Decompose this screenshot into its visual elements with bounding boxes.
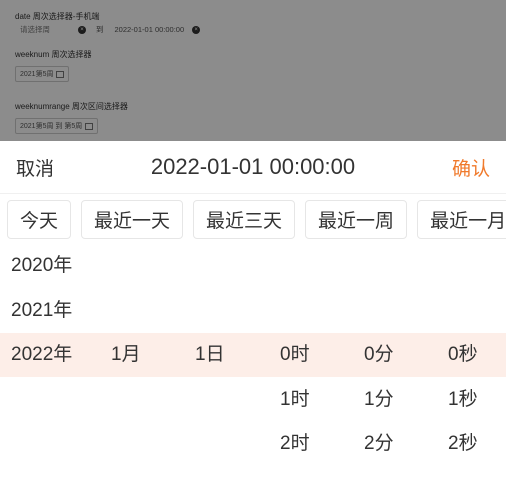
hour-option[interactable]: 1时 <box>280 378 310 423</box>
picker-columns: 2020年 2021年 2022年 1月 1日 0时 1时 2时 0分 1分 2 <box>0 244 506 489</box>
hour-option-selected[interactable]: 0时 <box>280 333 310 378</box>
second-column[interactable]: 0秒 1秒 2秒 <box>448 244 478 467</box>
quick-range-bar: 今天 最近一天 最近三天 最近一周 最近一月 <box>0 194 506 244</box>
year-option[interactable]: 2021年 <box>11 289 72 334</box>
minute-option-selected[interactable]: 0分 <box>364 333 394 378</box>
year-option[interactable]: 2020年 <box>11 244 72 289</box>
quick-last-three-days-button[interactable]: 最近三天 <box>193 199 296 239</box>
day-option-selected[interactable]: 1日 <box>195 333 225 378</box>
second-option-selected[interactable]: 0秒 <box>448 333 478 378</box>
cancel-button[interactable]: 取消 <box>16 154 54 181</box>
second-option[interactable]: 1秒 <box>448 378 478 423</box>
minute-column[interactable]: 0分 1分 2分 <box>364 244 394 467</box>
quick-last-week-button[interactable]: 最近一周 <box>305 199 408 239</box>
picker-header: 取消 2022-01-01 00:00:00 确认 <box>0 141 506 194</box>
selected-row-highlight <box>0 333 506 377</box>
minute-option[interactable]: 2分 <box>364 422 394 467</box>
minute-option <box>364 289 394 334</box>
minute-option <box>364 244 394 289</box>
year-column[interactable]: 2020年 2021年 2022年 <box>11 244 72 378</box>
hour-option <box>280 289 310 334</box>
day-column[interactable]: 1日 <box>195 244 225 378</box>
second-option <box>448 244 478 289</box>
hour-column[interactable]: 0时 1时 2时 <box>280 244 310 467</box>
month-option <box>111 244 141 289</box>
year-option-selected[interactable]: 2022年 <box>11 333 72 378</box>
month-option-selected[interactable]: 1月 <box>111 333 141 378</box>
hour-option <box>280 244 310 289</box>
day-option <box>195 289 225 334</box>
confirm-button[interactable]: 确认 <box>452 154 490 181</box>
month-option <box>111 289 141 334</box>
picker-title: 2022-01-01 00:00:00 <box>150 154 356 179</box>
quick-last-day-button[interactable]: 最近一天 <box>81 199 184 239</box>
second-option <box>448 289 478 334</box>
quick-last-month-button[interactable]: 最近一月 <box>417 199 506 239</box>
hour-option[interactable]: 2时 <box>280 422 310 467</box>
datetime-picker-sheet: 取消 2022-01-01 00:00:00 确认 今天 最近一天 最近三天 最… <box>0 141 506 489</box>
month-column[interactable]: 1月 <box>111 244 141 378</box>
quick-today-button[interactable]: 今天 <box>7 199 72 239</box>
second-option[interactable]: 2秒 <box>448 422 478 467</box>
minute-option[interactable]: 1分 <box>364 378 394 423</box>
day-option <box>195 244 225 289</box>
